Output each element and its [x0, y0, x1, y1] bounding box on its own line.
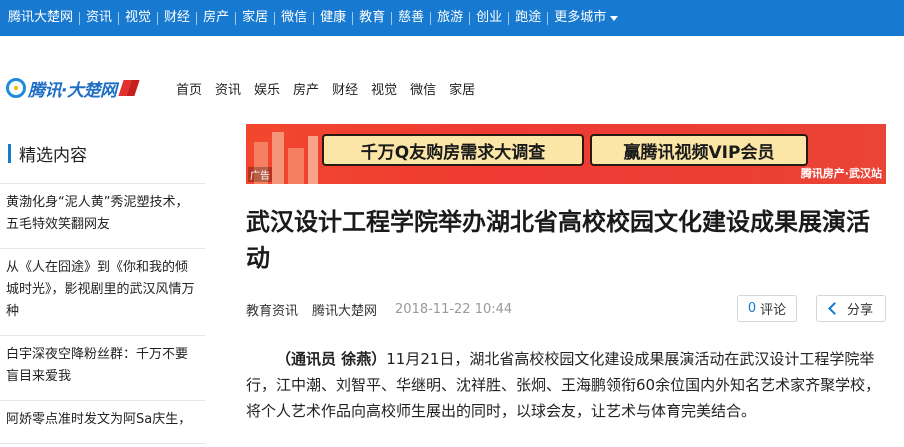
top-nav-bar: 腾讯大楚网 资讯 视觉 财经 房产 家居 微信 健康 教育 慈善 旅游 创业 跑途 更多城市: [0, 0, 904, 36]
sidebar-item[interactable]: 白宇深夜空降粉丝群：千万不要盲目来爱我: [0, 336, 205, 401]
top-nav-divider: [313, 11, 315, 25]
top-nav-item: 房产: [203, 0, 242, 36]
flag-icon: [118, 80, 141, 96]
main-nav-item[interactable]: 视觉: [371, 79, 397, 98]
top-nav-divider: [157, 11, 159, 25]
top-nav-item: 创业: [476, 0, 515, 36]
sidebar-item[interactable]: 阿娇零点准时发文为阿Sa庆生，: [0, 401, 205, 444]
comment-button[interactable]: 0 评论: [737, 295, 797, 322]
top-nav-link[interactable]: 视觉: [125, 0, 151, 36]
sidebar-accent-bar: [8, 144, 11, 163]
banner-brand-label: 腾讯房产·武汉站: [800, 167, 882, 180]
chevron-down-icon: [610, 15, 619, 21]
sidebar-item-link[interactable]: 黄渤化身“泥人黄”秀泥塑技术，五毛特效笑翻网友: [6, 192, 199, 236]
top-nav-item: 财经: [164, 0, 203, 36]
top-nav-divider: [118, 11, 120, 25]
top-nav-link[interactable]: 旅游: [437, 0, 463, 36]
top-nav-divider: [508, 11, 510, 25]
share-label: 分享: [846, 303, 873, 318]
sidebar-title: 精选内容: [19, 146, 87, 166]
top-nav-item: 旅游: [437, 0, 476, 36]
top-nav-divider: [352, 11, 354, 25]
article-source[interactable]: 腾讯大楚网: [312, 300, 377, 319]
top-nav-link[interactable]: 腾讯大楚网: [8, 0, 73, 36]
main-nav-item[interactable]: 家居: [449, 79, 475, 98]
main-nav-item[interactable]: 资讯: [215, 79, 241, 98]
logo-text: 腾讯·大楚网: [28, 80, 117, 101]
sidebar-item[interactable]: 黄渤化身“泥人黄”秀泥塑技术，五毛特效笑翻网友: [0, 184, 205, 249]
top-nav-item: 慈善: [398, 0, 437, 36]
top-nav-link[interactable]: 财经: [164, 0, 190, 36]
main-nav-item[interactable]: 首页: [176, 79, 202, 98]
article-byline: （通讯员 徐燕）: [276, 350, 387, 368]
top-nav-link[interactable]: 健康: [320, 0, 346, 36]
top-nav-item: 教育: [359, 0, 398, 36]
share-button[interactable]: 分享: [816, 295, 886, 322]
article-category[interactable]: 教育资讯: [246, 300, 298, 319]
top-nav-more[interactable]: 更多城市: [554, 0, 619, 36]
article-meta: 教育资讯 腾讯大楚网 2018-11-22 10:44 0 评论 分享: [246, 294, 886, 324]
brand-row: 腾讯·大楚网 首页 资讯 娱乐 房产 财经 视觉 微信 家居: [0, 70, 904, 106]
top-nav-item: 微信: [281, 0, 320, 36]
sidebar-header: 精选内容: [0, 124, 205, 184]
main-nav-item[interactable]: 娱乐: [254, 79, 280, 98]
top-nav-link[interactable]: 跑途: [515, 0, 541, 36]
top-nav-item: 家居: [242, 0, 281, 36]
top-nav-link[interactable]: 微信: [281, 0, 307, 36]
top-nav-divider: [196, 11, 198, 25]
top-nav-link[interactable]: 资讯: [86, 0, 112, 36]
article-paragraph: （通讯员 徐燕）11月21日，湖北省高校校园文化建设成果展演活动在武汉设计工程学…: [246, 346, 886, 424]
share-icon: [829, 303, 841, 315]
top-nav-link[interactable]: 慈善: [398, 0, 424, 36]
article-title: 武汉设计工程学院举办湖北省高校校园文化建设成果展演活动: [246, 208, 870, 272]
main-nav: 首页 资讯 娱乐 房产 财经 视觉 微信 家居: [176, 79, 488, 98]
top-nav-link[interactable]: 家居: [242, 0, 268, 36]
sidebar: 精选内容 黄渤化身“泥人黄”秀泥塑技术，五毛特效笑翻网友 从《人在囧途》到《你和…: [0, 124, 205, 444]
comment-label: 评论: [760, 303, 787, 318]
banner-prize-text: 赢腾讯视频VIP会员: [590, 134, 808, 166]
comment-count: 0: [747, 301, 757, 316]
banner-survey-text: 千万Q友购房需求大调查: [322, 134, 584, 166]
sidebar-item[interactable]: 从《人在囧途》到《你和我的倾城时光》，影视剧里的武汉风情万种: [0, 249, 205, 336]
more-cities-link[interactable]: 更多城市: [554, 0, 606, 36]
top-nav-link[interactable]: 创业: [476, 0, 502, 36]
article-time: 2018-11-22 10:44: [395, 301, 513, 317]
top-nav-item: 视觉: [125, 0, 164, 36]
top-nav-item: 健康: [320, 0, 359, 36]
top-nav-divider: [547, 11, 549, 25]
top-nav-divider: [235, 11, 237, 25]
top-nav-item: 腾讯大楚网: [8, 0, 86, 36]
main-nav-item[interactable]: 微信: [410, 79, 436, 98]
top-nav-divider: [430, 11, 432, 25]
main-nav-item[interactable]: 房产: [293, 79, 319, 98]
qq-logo-icon: [6, 78, 26, 98]
sidebar-item-link[interactable]: 从《人在囧途》到《你和我的倾城时光》，影视剧里的武汉风情万种: [6, 257, 199, 323]
top-nav-divider: [79, 11, 81, 25]
ad-label: 广告: [248, 167, 272, 182]
sidebar-item-link[interactable]: 白宇深夜空降粉丝群：千万不要盲目来爱我: [6, 344, 199, 388]
top-nav-divider: [469, 11, 471, 25]
ad-banner[interactable]: 千万Q友购房需求大调查 赢腾讯视频VIP会员 广告 腾讯房产·武汉站: [246, 124, 886, 184]
top-nav-divider: [274, 11, 276, 25]
site-logo[interactable]: 腾讯·大楚网: [6, 76, 166, 101]
top-nav-list: 腾讯大楚网 资讯 视觉 财经 房产 家居 微信 健康 教育 慈善 旅游 创业 跑途 更多城市: [0, 0, 904, 36]
top-nav-item: 资讯: [86, 0, 125, 36]
main-nav-item[interactable]: 财经: [332, 79, 358, 98]
sidebar-item-link[interactable]: 阿娇零点准时发文为阿Sa庆生，: [6, 409, 199, 431]
article-main: 千万Q友购房需求大调查 赢腾讯视频VIP会员 广告 腾讯房产·武汉站 武汉设计工…: [246, 124, 886, 424]
top-nav-divider: [391, 11, 393, 25]
top-nav-item: 跑途: [515, 0, 554, 36]
top-nav-link[interactable]: 房产: [203, 0, 229, 36]
top-nav-link[interactable]: 教育: [359, 0, 385, 36]
